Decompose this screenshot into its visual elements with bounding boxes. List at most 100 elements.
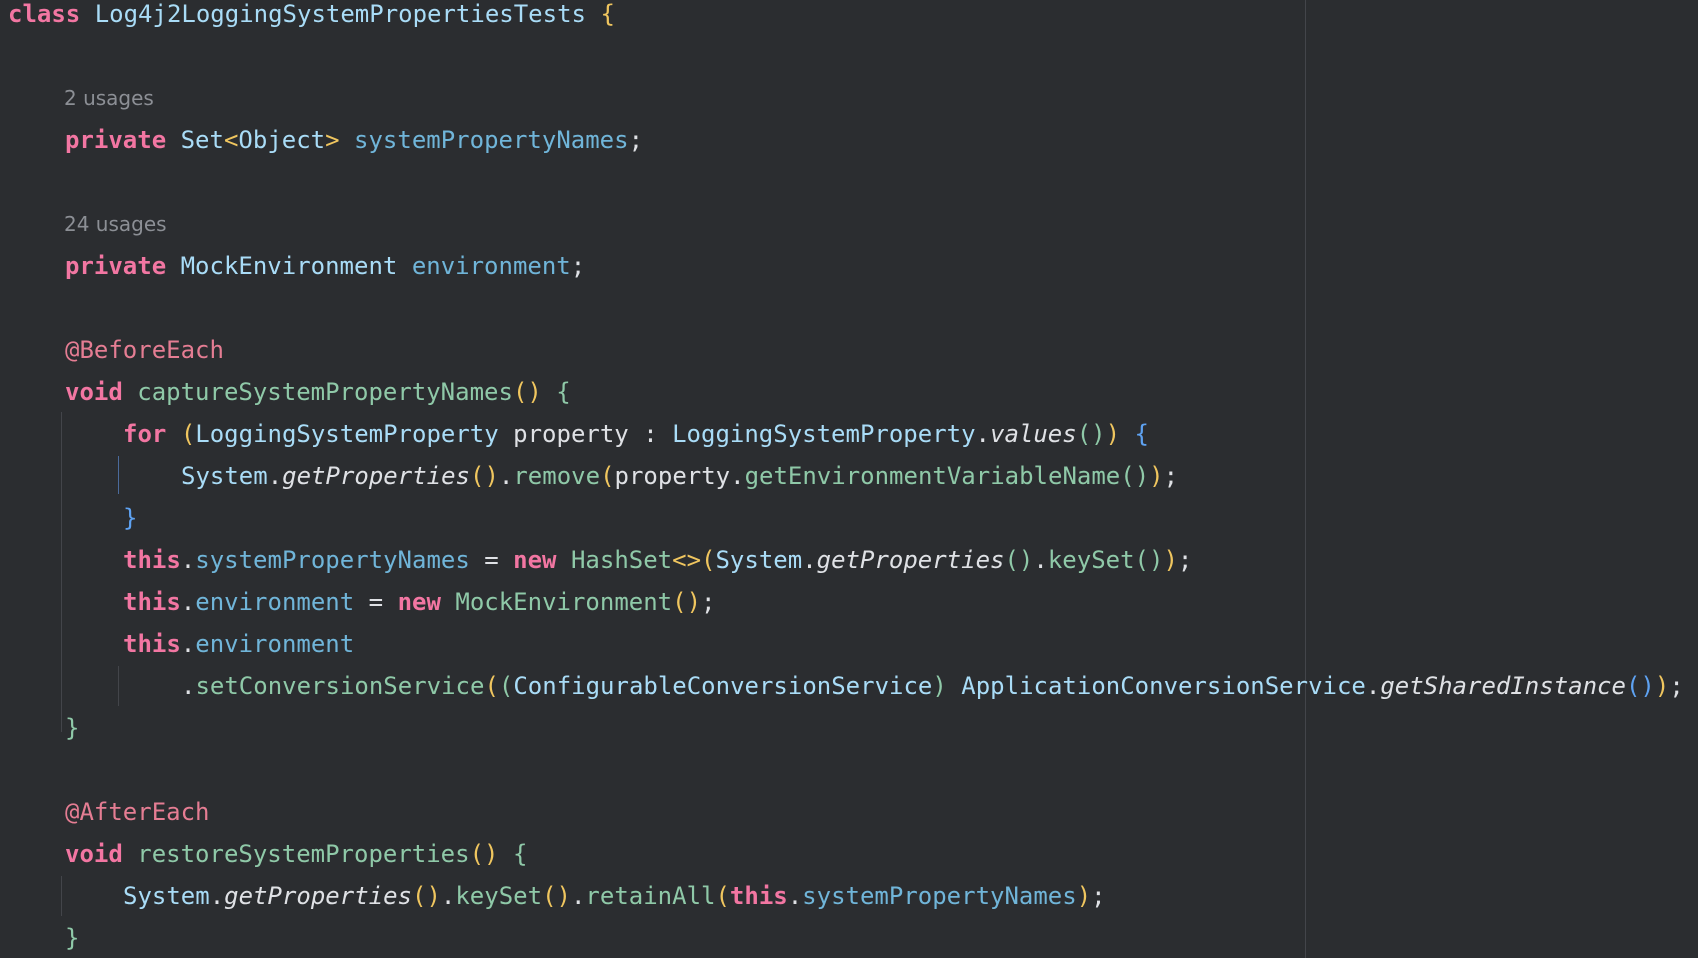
paren: ( — [600, 462, 615, 490]
method-name[interactable]: restoreSystemProperties — [137, 840, 469, 868]
type-name[interactable]: LoggingSystemProperty — [672, 420, 975, 448]
method-call[interactable]: setConversionService — [195, 672, 484, 700]
code-line[interactable]: this.environment = new MockEnvironment()… — [123, 582, 715, 622]
semicolon: ; — [1163, 462, 1179, 490]
keyword: new — [397, 588, 441, 616]
dot: . — [180, 630, 196, 658]
code-line[interactable]: .setConversionService((ConfigurableConve… — [181, 666, 1684, 706]
operator: = — [368, 588, 384, 616]
method-call[interactable]: keySet — [455, 882, 542, 910]
right-margin-guide — [1305, 0, 1306, 958]
dot: . — [180, 588, 196, 616]
parens: () — [672, 588, 702, 616]
type-name[interactable]: LoggingSystemProperty — [195, 420, 498, 448]
code-line[interactable]: } — [65, 918, 79, 958]
method-call[interactable]: getSharedInstance — [1380, 672, 1626, 700]
keyword: void — [65, 840, 123, 868]
field-name[interactable]: systemPropertyNames — [195, 546, 470, 574]
code-line[interactable]: void captureSystemPropertyNames() { — [65, 372, 571, 412]
code-line[interactable]: System.getProperties().remove(property.g… — [181, 456, 1178, 496]
code-line[interactable]: private MockEnvironment environment; — [65, 246, 585, 286]
variable[interactable]: property — [513, 420, 629, 448]
annotation[interactable]: @BeforeEach — [65, 336, 224, 364]
field-name[interactable]: systemPropertyNames — [802, 882, 1077, 910]
field-name[interactable]: environment — [412, 252, 571, 280]
parens: () — [1076, 420, 1106, 448]
type-name[interactable]: HashSet — [571, 546, 672, 574]
usages-hint[interactable]: 24 usages — [64, 204, 167, 244]
keyword: private — [65, 252, 167, 280]
parens: () — [1134, 546, 1164, 574]
code-line[interactable]: this.systemPropertyNames = new HashSet<>… — [123, 540, 1192, 580]
dot: . — [1365, 672, 1381, 700]
type-name[interactable]: ConfigurableConversionService — [513, 672, 932, 700]
code-line[interactable]: class Log4j2LoggingSystemPropertiesTests… — [8, 0, 615, 34]
paren: ( — [701, 546, 716, 574]
code-editor[interactable]: class Log4j2LoggingSystemPropertiesTests… — [0, 0, 1698, 958]
code-line[interactable]: void restoreSystemProperties() { — [65, 834, 527, 874]
type-name[interactable]: MockEnvironment — [455, 588, 672, 616]
code-line[interactable]: @BeforeEach — [65, 330, 224, 370]
code-line[interactable]: } — [65, 708, 79, 748]
type-name[interactable]: System — [715, 546, 802, 574]
field-name[interactable]: environment — [195, 588, 354, 616]
code-line[interactable]: private Set<Object> systemPropertyNames; — [65, 120, 643, 160]
paren: ) — [932, 672, 947, 700]
indent-guide — [61, 412, 62, 732]
annotation[interactable]: @AfterEach — [65, 798, 210, 826]
field-name[interactable]: environment — [195, 630, 354, 658]
method-call[interactable]: getProperties — [224, 882, 412, 910]
class-name[interactable]: Log4j2LoggingSystemPropertiesTests — [95, 0, 586, 28]
dot: . — [802, 546, 817, 574]
dot: . — [180, 546, 196, 574]
type-name[interactable]: System — [123, 882, 210, 910]
method-call[interactable]: remove — [513, 462, 600, 490]
code-line[interactable]: @AfterEach — [65, 792, 210, 832]
keyword: this — [123, 588, 181, 616]
code-line[interactable]: for (LoggingSystemProperty property : Lo… — [123, 414, 1149, 454]
indent-guide — [61, 876, 62, 916]
bracket: < — [223, 126, 239, 154]
brace: } — [65, 714, 80, 742]
type-name[interactable]: ApplicationConversionService — [961, 672, 1366, 700]
parens: () — [542, 882, 571, 910]
method-call[interactable]: keySet — [1048, 546, 1135, 574]
method-call[interactable]: getProperties — [817, 546, 1005, 574]
paren: ) — [1654, 672, 1670, 700]
dot: . — [730, 462, 745, 490]
brace: } — [65, 924, 80, 952]
type-name[interactable]: MockEnvironment — [181, 252, 398, 280]
colon: : — [643, 420, 658, 448]
semicolon: ; — [1669, 672, 1684, 700]
keyword: void — [65, 378, 123, 406]
variable[interactable]: property — [615, 462, 731, 490]
usages-hint[interactable]: 2 usages — [64, 78, 154, 118]
brace: { — [600, 0, 615, 28]
keyword: this — [123, 546, 181, 574]
type-name[interactable]: System — [181, 462, 268, 490]
dot: . — [787, 882, 803, 910]
method-call[interactable]: getProperties — [282, 462, 470, 490]
semicolon: ; — [1177, 546, 1193, 574]
type-name[interactable]: Object — [238, 126, 325, 154]
paren: ( — [498, 672, 514, 700]
semicolon: ; — [1091, 882, 1106, 910]
dot: . — [440, 882, 456, 910]
parens: () — [1625, 672, 1655, 700]
method-name[interactable]: captureSystemPropertyNames — [137, 378, 513, 406]
field-name[interactable]: systemPropertyNames — [354, 126, 629, 154]
code-line[interactable]: System.getProperties().keySet().retainAl… — [123, 876, 1106, 916]
type-name[interactable]: Set — [181, 126, 224, 154]
paren: ) — [1149, 462, 1164, 490]
method-call[interactable]: getEnvironmentVariableName — [745, 462, 1121, 490]
paren: ) — [1076, 882, 1092, 910]
method-call[interactable]: values — [990, 420, 1077, 448]
keyword: this — [123, 630, 181, 658]
bracket: > — [325, 126, 340, 154]
method-call[interactable]: retainAll — [585, 882, 715, 910]
code-line[interactable]: this.environment — [123, 624, 354, 664]
indent-guide-active — [118, 456, 119, 494]
code-line[interactable]: } — [123, 498, 137, 538]
dot: . — [570, 882, 586, 910]
dot: . — [209, 882, 225, 910]
